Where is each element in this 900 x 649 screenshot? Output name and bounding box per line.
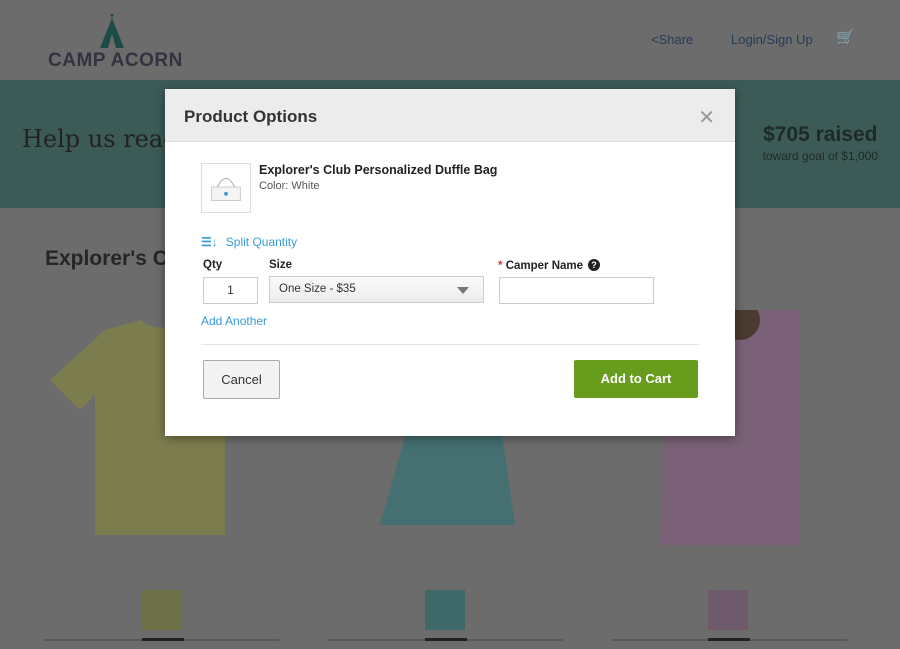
divider: [201, 344, 699, 345]
split-sort-icon: ☰↓: [201, 235, 218, 249]
product-options-modal: Product Options ✕ Explorer's Club Person…: [165, 89, 735, 436]
size-label: Size: [269, 259, 293, 271]
site-header: CAMP ACORN <Share Login/Sign Up 🛒: [0, 0, 900, 80]
thumbnail-indicator: [708, 638, 750, 641]
product-name: Explorer's Club Personalized Duffle Bag: [259, 163, 498, 177]
cart-icon[interactable]: 🛒: [836, 28, 855, 46]
split-quantity-link[interactable]: ☰↓ Split Quantity: [201, 235, 297, 249]
camper-name-label: * Camper Name?: [498, 259, 601, 272]
cancel-button[interactable]: Cancel: [203, 360, 280, 399]
qty-input[interactable]: 1: [203, 277, 258, 304]
thumbnail-tshirt[interactable]: [142, 590, 182, 630]
section-title: Explorer's C: [45, 247, 168, 270]
close-icon[interactable]: ✕: [698, 105, 715, 130]
thumbnail-tank[interactable]: [425, 590, 465, 630]
thumbnail-indicator: [142, 638, 184, 641]
size-select[interactable]: One Size - $35: [269, 276, 484, 303]
logo-text[interactable]: CAMP ACORN: [48, 50, 183, 72]
product-color: Color: White: [259, 180, 320, 192]
login-link[interactable]: Login/Sign Up: [731, 32, 813, 47]
thumbnail-indicator: [425, 638, 467, 641]
add-to-cart-button[interactable]: Add to Cart: [574, 360, 698, 398]
camper-name-input[interactable]: [499, 277, 654, 304]
help-icon[interactable]: ?: [588, 259, 601, 271]
raised-summary: $705 raised toward goal of $1,000: [762, 123, 878, 163]
modal-header: Product Options ✕: [165, 89, 735, 142]
chevron-down-icon: [457, 287, 469, 294]
add-another-link[interactable]: Add Another: [201, 314, 267, 328]
share-icon: <: [651, 32, 659, 47]
qty-label: Qty: [203, 259, 223, 271]
product-thumbnail: [201, 163, 251, 213]
share-link[interactable]: <Share: [651, 32, 693, 47]
thumbnail-hoodie[interactable]: [708, 590, 748, 630]
modal-title: Product Options: [184, 107, 318, 126]
